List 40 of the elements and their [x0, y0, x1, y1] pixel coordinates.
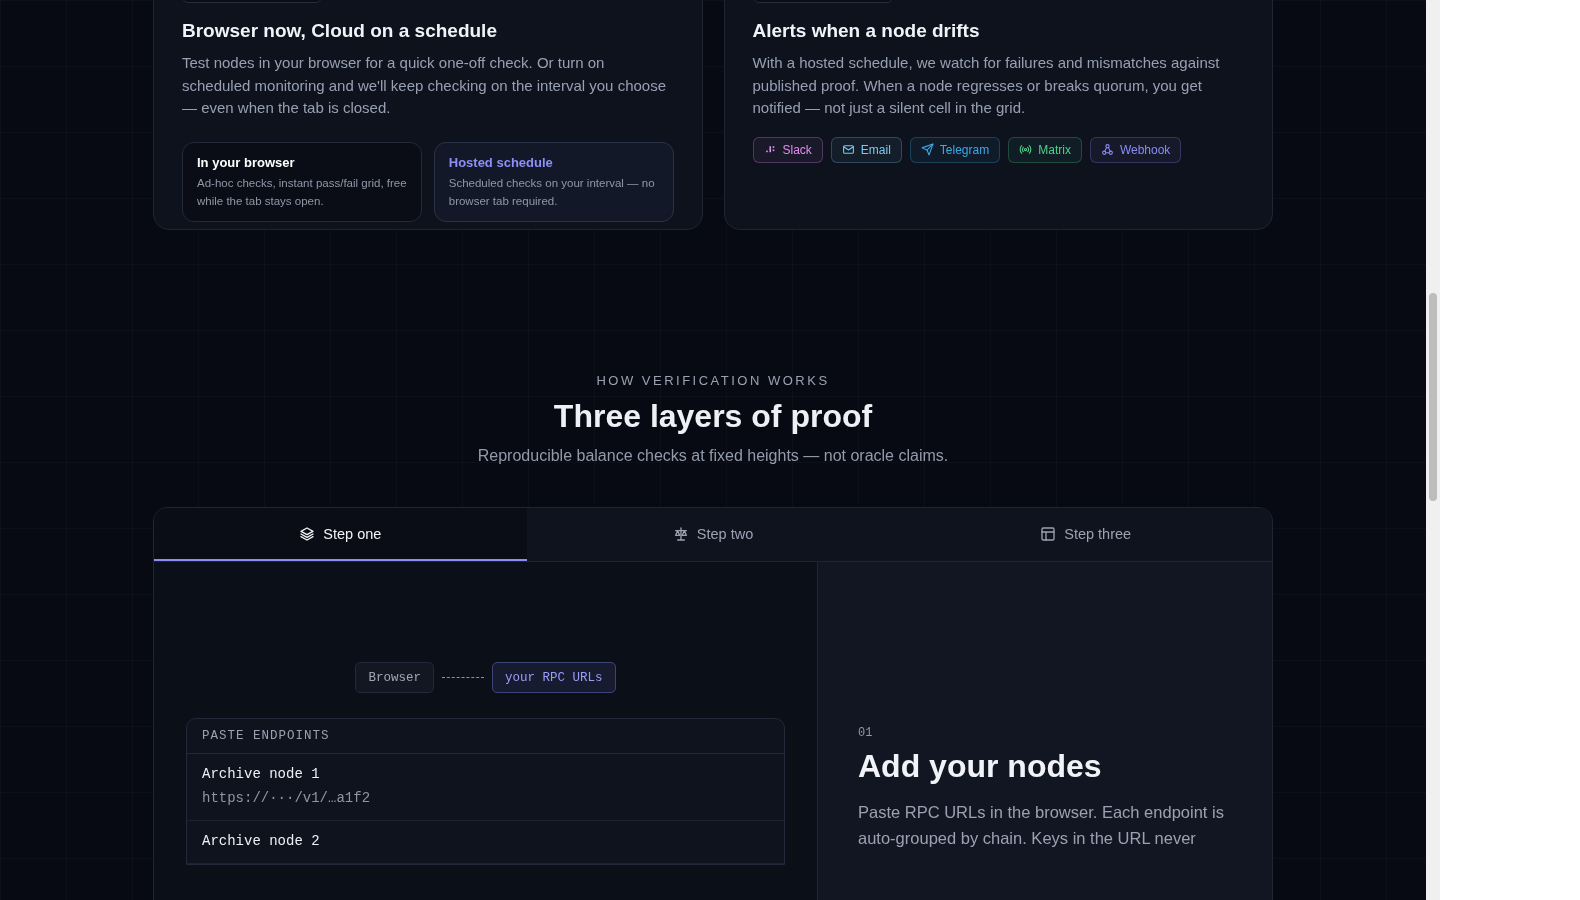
diagram-node: your RPC URLs [492, 662, 616, 693]
dashed-connector [442, 677, 484, 678]
mail-icon [841, 143, 855, 156]
channel-chip[interactable]: Webhook [1089, 136, 1182, 163]
mode-option[interactable]: Hosted schedule Scheduled checks on your interval — no browser tab required. [433, 141, 674, 222]
option-description: Scheduled checks on your interval — no browser tab required. [448, 175, 656, 209]
card-text: Test nodes in your browser for a quick one-off check. Or turn on scheduled monitoring and we'll keep checking on the interval you choose — even when the tab is closed. [182, 53, 667, 118]
channel-chip[interactable]: Email [830, 136, 902, 163]
option-title: In your browser [197, 154, 296, 170]
step-tab[interactable]: Step one [154, 508, 527, 561]
section-eyebrow: HOW VERIFICATION WORKS [595, 373, 831, 388]
section-subtitle: Reproducible balance checks at fixed heights — not oracle claims. [476, 447, 950, 465]
broadcast-icon [1019, 143, 1033, 156]
channel-chip[interactable]: Telegram [909, 136, 1001, 163]
step-title: Add your nodes [858, 748, 1103, 785]
panel-header: PASTE ENDPOINTS [187, 719, 784, 754]
scrollbar-thumb[interactable] [1429, 293, 1437, 501]
webhook-icon [1100, 143, 1114, 156]
step-description: Paste RPC URLs in the browser. Each endpoint is auto-grouped by chain. Keys in the URL never [858, 802, 1225, 849]
paper-plane-icon [920, 143, 934, 156]
section-title: Three layers of proof [552, 398, 874, 435]
mode-option[interactable]: In your browser Ad-hoc checks, instant pass/fail grid, free while the tab stays open. [182, 141, 422, 222]
card-title: Alerts when a node drifts [752, 20, 981, 42]
endpoint-name: Archive node 1 [202, 766, 321, 782]
channel-chip[interactable]: Slack [752, 136, 823, 163]
step-tab[interactable]: Step two [526, 508, 900, 561]
card-text: With a hosted schedule, we watch for failures and mismatches against published proof. When a node regresses or breaks quorum, you get notified — not just a silent cell in the grid. [752, 53, 1221, 118]
step-tab[interactable]: Step three [899, 508, 1272, 561]
diagram-node: Browser [355, 662, 434, 693]
layers-icon [299, 525, 316, 542]
card-title: Browser now, Cloud on a schedule [182, 20, 498, 42]
table-icon [1040, 525, 1057, 542]
channel-chip[interactable]: Matrix [1008, 136, 1082, 163]
step-number: 01 [858, 726, 874, 740]
option-title: Hosted schedule [448, 154, 554, 170]
scale-icon [672, 525, 689, 542]
option-description: Ad-hoc checks, instant pass/fail grid, free while the tab stays open. [197, 175, 407, 209]
endpoint-name: Archive node 2 [202, 833, 321, 849]
endpoint-url: https://···/v1/…a1f2 [202, 790, 372, 806]
scrollbar[interactable] [1426, 0, 1440, 900]
